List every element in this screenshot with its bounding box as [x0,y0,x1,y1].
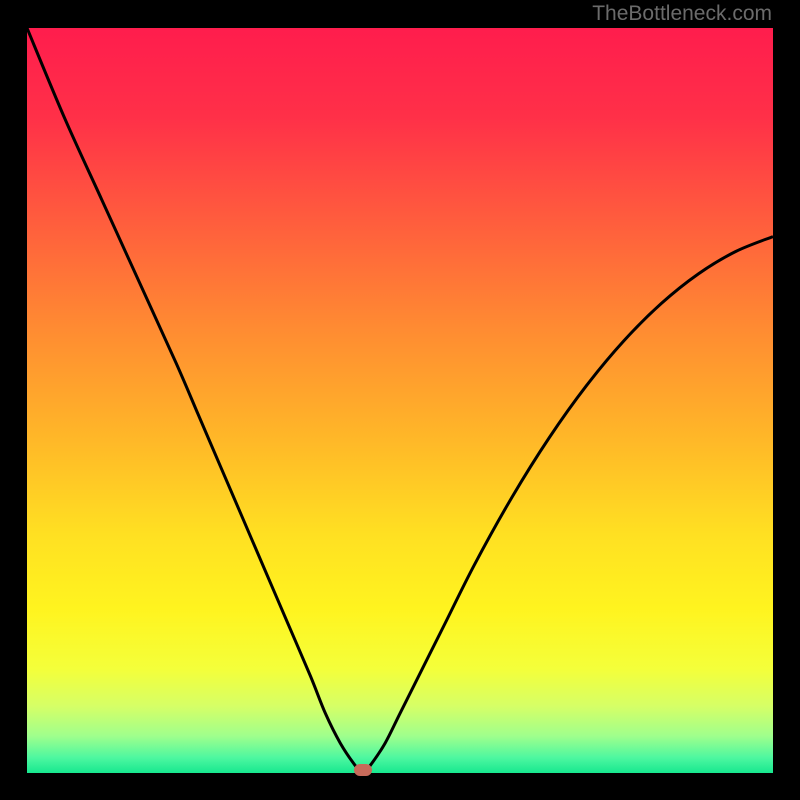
plot-area [27,28,773,773]
chart-frame: TheBottleneck.com [0,0,800,800]
attribution-text: TheBottleneck.com [592,2,772,26]
optimal-point-marker [354,764,372,776]
bottleneck-curve [27,28,773,773]
